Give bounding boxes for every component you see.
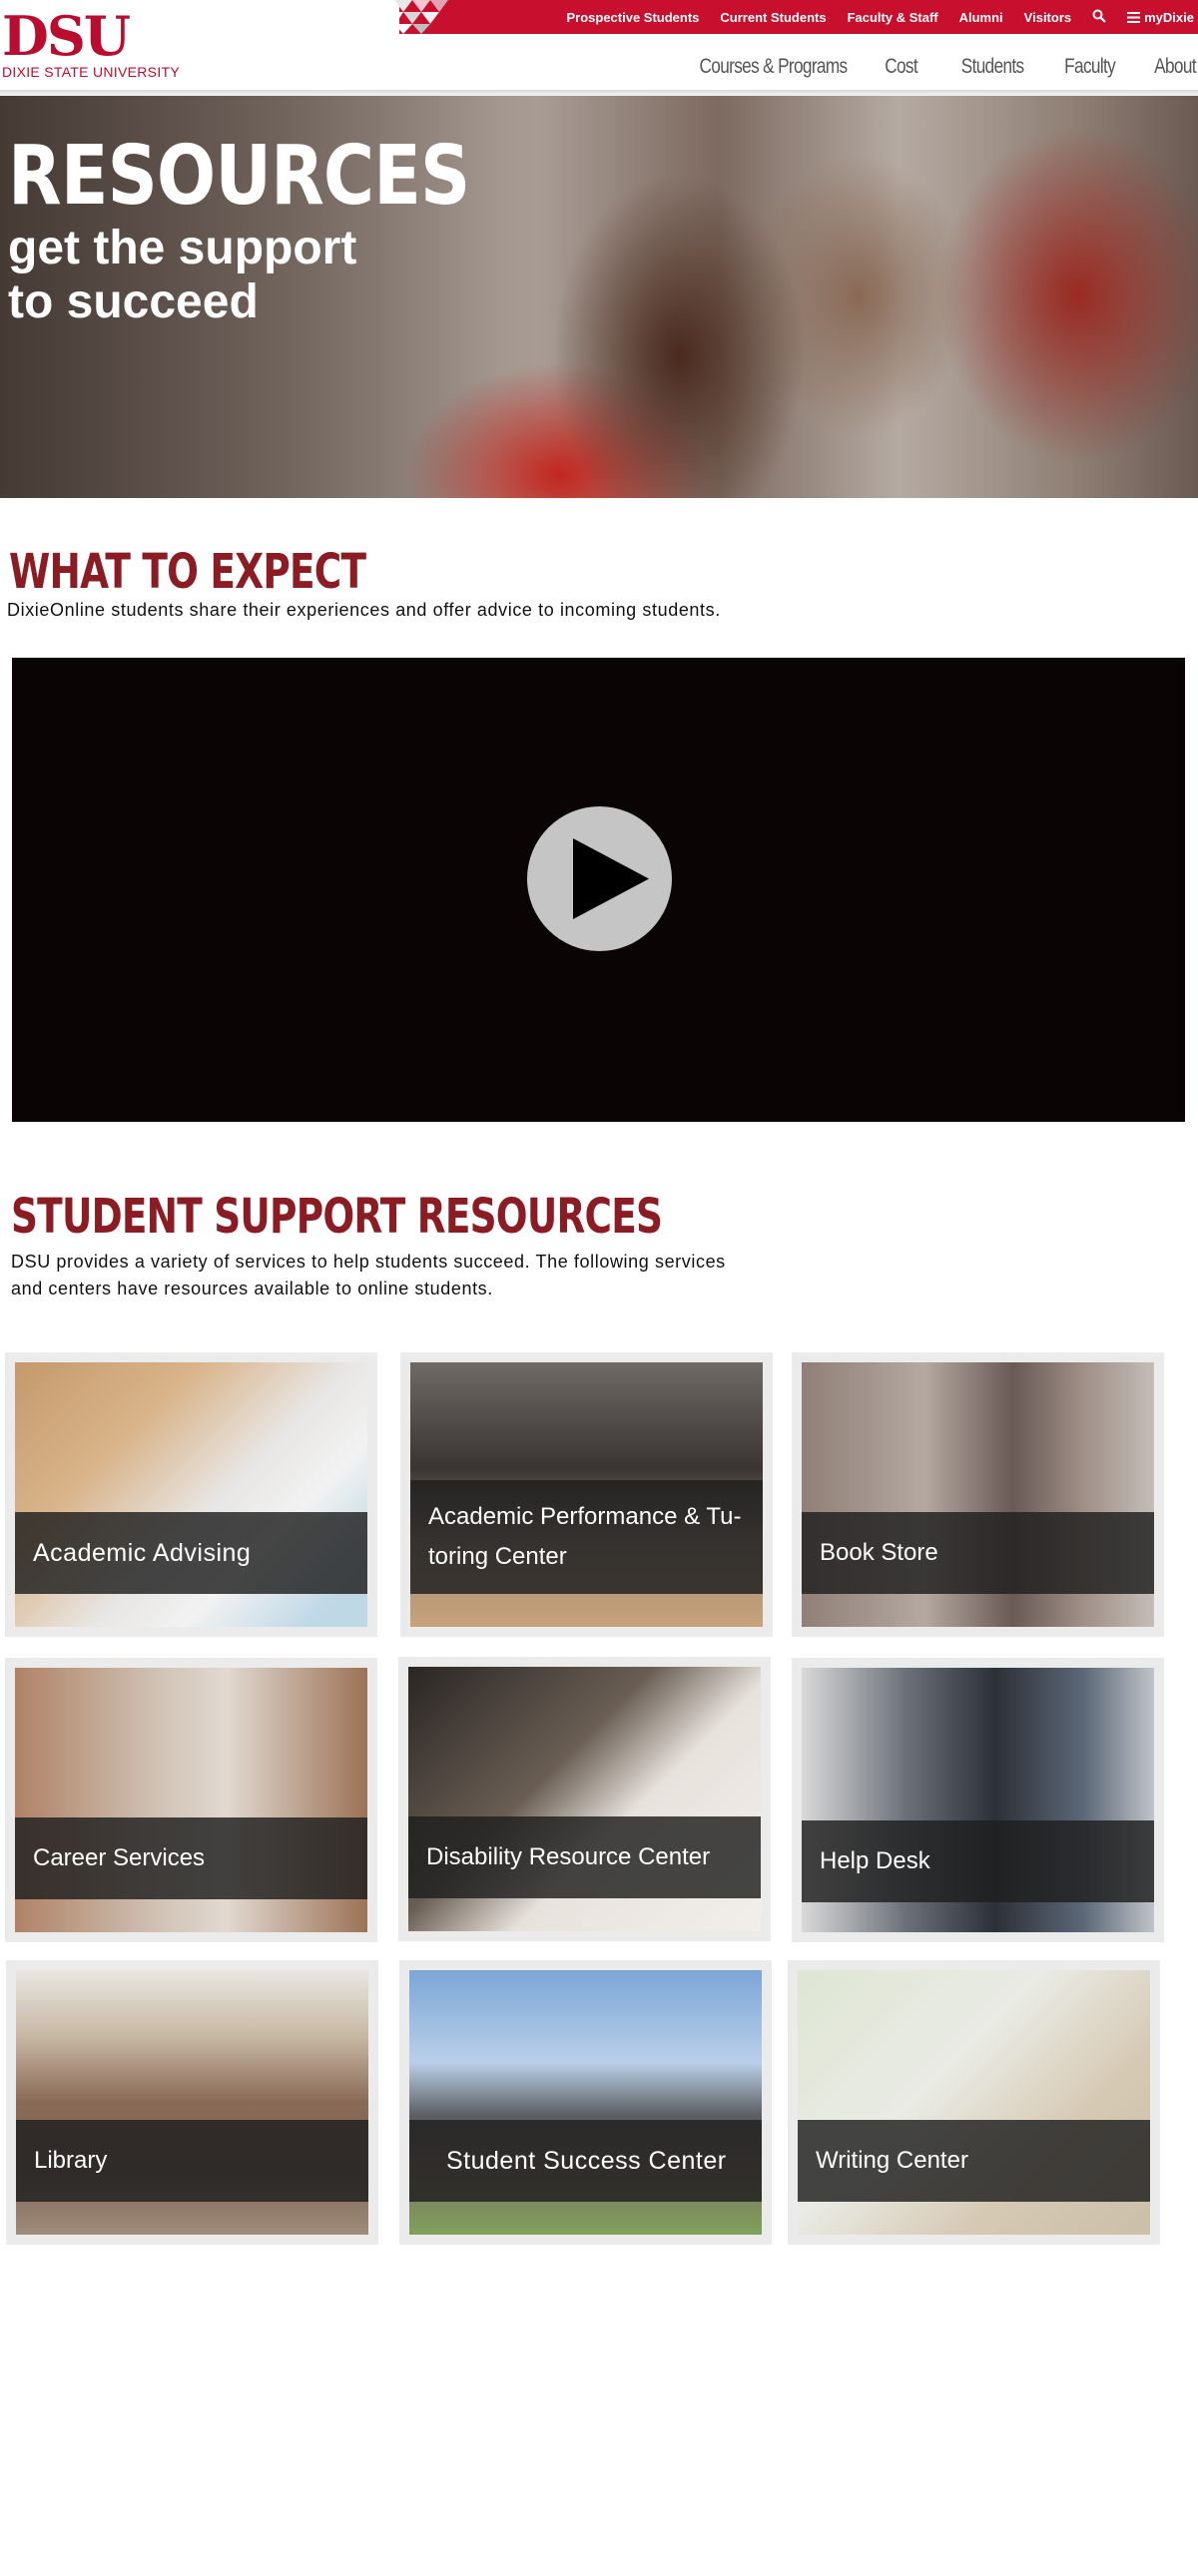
card-academic-performance-tutoring[interactable]: Academic Performance & Tu- toring Center — [400, 1352, 773, 1637]
hero-subtitle: get the support to succeed — [8, 222, 356, 329]
card-label-line-1: Academic Performance & Tu- — [428, 1503, 742, 1530]
play-icon — [573, 838, 649, 919]
card-caption: Writing Center — [798, 2120, 1150, 2202]
dsu-logo[interactable]: DSU DIXIE STATE UNIVERSITY — [2, 4, 180, 80]
utility-bar: Prospective Students Current Students Fa… — [394, 0, 1198, 34]
card-label: Library — [34, 2147, 108, 2174]
card-caption: Student Success Center — [409, 2120, 762, 2202]
nav-courses-programs[interactable]: Courses & Programs — [700, 55, 849, 79]
student-support-text-line-1: DSU provides a variety of services to he… — [11, 1252, 726, 1272]
hero-subtitle-line-1: get the support — [8, 222, 357, 274]
link-current-students[interactable]: Current Students — [720, 10, 826, 25]
mydixie-label: myDixie — [1144, 9, 1194, 25]
student-support-text: DSU provides a variety of services to he… — [11, 1249, 726, 1302]
card-label: Student Success Center — [446, 2147, 727, 2175]
card-label: Writing Center — [816, 2147, 968, 2174]
card-book-store[interactable]: Book Store — [792, 1352, 1164, 1637]
link-faculty-staff[interactable]: Faculty & Staff — [848, 10, 938, 25]
site-header: DSU DIXIE STATE UNIVERSITY Prospective S… — [0, 0, 1198, 96]
card-help-desk[interactable]: Help Desk — [792, 1658, 1164, 1942]
what-to-expect-heading: WHAT TO EXPECT — [9, 544, 366, 600]
hero-title: RESOURCES — [8, 129, 470, 224]
mydixie-menu-button[interactable]: myDixie — [1127, 10, 1194, 25]
search-icon[interactable] — [1092, 9, 1106, 26]
card-label: Academic Advising — [33, 1539, 252, 1567]
nav-about[interactable]: About — [1154, 55, 1196, 79]
card-caption: Academic Performance & Tu- toring Center — [410, 1480, 763, 1594]
card-student-success-center[interactable]: Student Success Center — [399, 1960, 772, 2245]
card-caption: Library — [16, 2120, 368, 2202]
card-disability-resource-center[interactable]: Disability Resource Center — [398, 1657, 771, 1941]
nav-faculty[interactable]: Faculty — [1064, 55, 1116, 79]
what-to-expect-text: DixieOnline students share their experie… — [7, 600, 721, 620]
card-caption: Help Desk — [802, 1820, 1154, 1902]
card-label: Career Services — [33, 1844, 206, 1871]
play-button[interactable] — [527, 806, 672, 951]
card-academic-advising[interactable]: Academic Advising — [5, 1352, 377, 1637]
video-player[interactable] — [12, 658, 1185, 1122]
card-label-line-2: toring Center — [428, 1543, 567, 1570]
hero-subtitle-line-2: to succeed — [8, 275, 259, 328]
card-label: Disability Resource Center — [426, 1843, 711, 1870]
link-visitors[interactable]: Visitors — [1024, 10, 1071, 25]
card-career-services[interactable]: Career Services — [5, 1658, 377, 1942]
card-caption: Academic Advising — [15, 1512, 367, 1594]
hamburger-icon — [1127, 11, 1141, 23]
hero-banner: RESOURCES get the support to succeed — [0, 96, 1198, 498]
card-caption: Career Services — [15, 1817, 367, 1899]
nav-students[interactable]: Students — [960, 55, 1023, 79]
logo-mark: DSU — [2, 4, 131, 68]
logo-wordmark: DIXIE STATE UNIVERSITY — [2, 64, 180, 80]
link-alumni[interactable]: Alumni — [959, 10, 1003, 25]
card-library[interactable]: Library — [6, 1960, 378, 2245]
utility-links: Prospective Students Current Students Fa… — [566, 0, 1198, 34]
triangle-pattern-icon — [394, 0, 448, 34]
nav-cost[interactable]: Cost — [885, 55, 917, 79]
card-label: Help Desk — [820, 1847, 930, 1874]
student-support-heading: STUDENT SUPPORT RESOURCES — [11, 1189, 663, 1245]
card-label: Book Store — [820, 1539, 938, 1566]
card-label: Academic Performance & Tu- toring Center — [428, 1497, 741, 1577]
card-caption: Book Store — [802, 1512, 1154, 1594]
main-navigation: Courses & Programs Cost Students Faculty… — [637, 52, 1198, 82]
card-writing-center[interactable]: Writing Center — [788, 1960, 1160, 2245]
student-support-text-line-2: and centers have resources available to … — [11, 1279, 493, 1298]
card-caption: Disability Resource Center — [408, 1816, 761, 1898]
link-prospective-students[interactable]: Prospective Students — [566, 10, 699, 25]
